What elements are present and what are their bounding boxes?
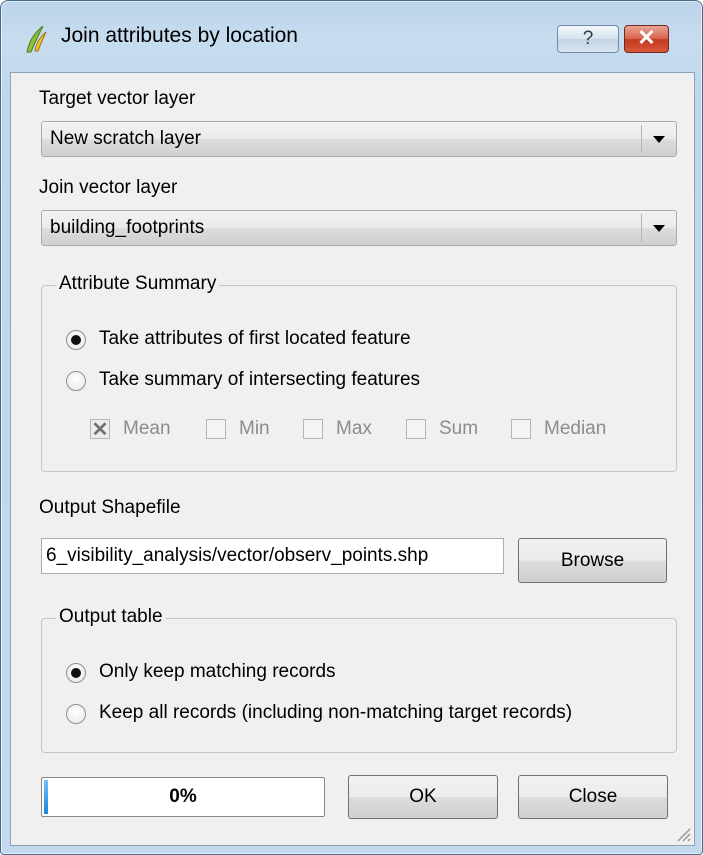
summary-label[interactable]: Take summary of intersecting features — [99, 369, 420, 391]
sum-label[interactable]: Sum — [439, 418, 478, 440]
progress-text: 0% — [169, 786, 197, 807]
output-table-title: Output table — [56, 606, 166, 628]
output-path-input[interactable]: 6_visibility_analysis/vector/observ_poin… — [41, 538, 504, 574]
min-checkbox[interactable] — [206, 419, 226, 439]
max-label[interactable]: Max — [336, 418, 372, 440]
output-shapefile-label: Output Shapefile — [39, 497, 181, 518]
target-layer-label: Target vector layer — [39, 88, 196, 109]
output-table-group: Output table Only keep matching records … — [41, 606, 677, 753]
all-records-radio[interactable] — [66, 704, 86, 724]
attribute-summary-title: Attribute Summary — [56, 273, 220, 295]
combo-separator — [641, 214, 642, 242]
browse-button[interactable]: Browse — [518, 538, 667, 583]
window-close-button[interactable]: ✕ — [624, 25, 669, 53]
mean-checkbox[interactable]: ✕ — [90, 419, 110, 441]
chevron-down-icon[interactable] — [653, 136, 665, 143]
output-path-value: 6_visibility_analysis/vector/observ_poin… — [46, 545, 429, 566]
matching-records-radio[interactable] — [66, 663, 86, 683]
ok-button[interactable]: OK — [348, 775, 498, 819]
join-layer-select[interactable]: building_footprints — [41, 210, 677, 246]
dialog-window: Join attributes by location ? ✕ Target v… — [0, 0, 703, 855]
close-icon: ✕ — [637, 25, 656, 50]
sum-checkbox[interactable] — [406, 419, 426, 439]
mean-label[interactable]: Mean — [123, 418, 171, 440]
attribute-summary-group: Attribute Summary Take attributes of fir… — [41, 273, 677, 472]
min-label[interactable]: Min — [239, 418, 270, 440]
matching-records-label[interactable]: Only keep matching records — [99, 661, 336, 683]
title-bar[interactable]: Join attributes by location ? ✕ — [1, 1, 703, 73]
max-checkbox[interactable] — [303, 419, 323, 439]
close-button[interactable]: Close — [518, 775, 668, 819]
first-feature-radio[interactable] — [66, 330, 86, 350]
summary-radio[interactable] — [66, 371, 86, 391]
join-layer-label: Join vector layer — [39, 177, 178, 198]
resize-grip-icon[interactable] — [673, 824, 691, 842]
chevron-down-icon[interactable] — [653, 225, 665, 232]
target-layer-value: New scratch layer — [50, 128, 201, 149]
help-button[interactable]: ? — [557, 25, 619, 53]
combo-separator — [641, 125, 642, 153]
progress-bar: 0% — [41, 777, 325, 817]
help-icon: ? — [582, 28, 594, 49]
qgis-logo-icon — [26, 25, 47, 53]
target-layer-select[interactable]: New scratch layer — [41, 121, 677, 157]
window-title: Join attributes by location — [61, 24, 298, 47]
median-checkbox[interactable] — [511, 419, 531, 439]
median-label[interactable]: Median — [544, 418, 606, 440]
all-records-label[interactable]: Keep all records (including non-matching… — [99, 702, 572, 724]
first-feature-label[interactable]: Take attributes of first located feature — [99, 328, 411, 350]
join-layer-value: building_footprints — [50, 217, 205, 238]
check-icon: ✕ — [91, 419, 109, 441]
dialog-body: Target vector layer New scratch layer Jo… — [10, 72, 695, 846]
